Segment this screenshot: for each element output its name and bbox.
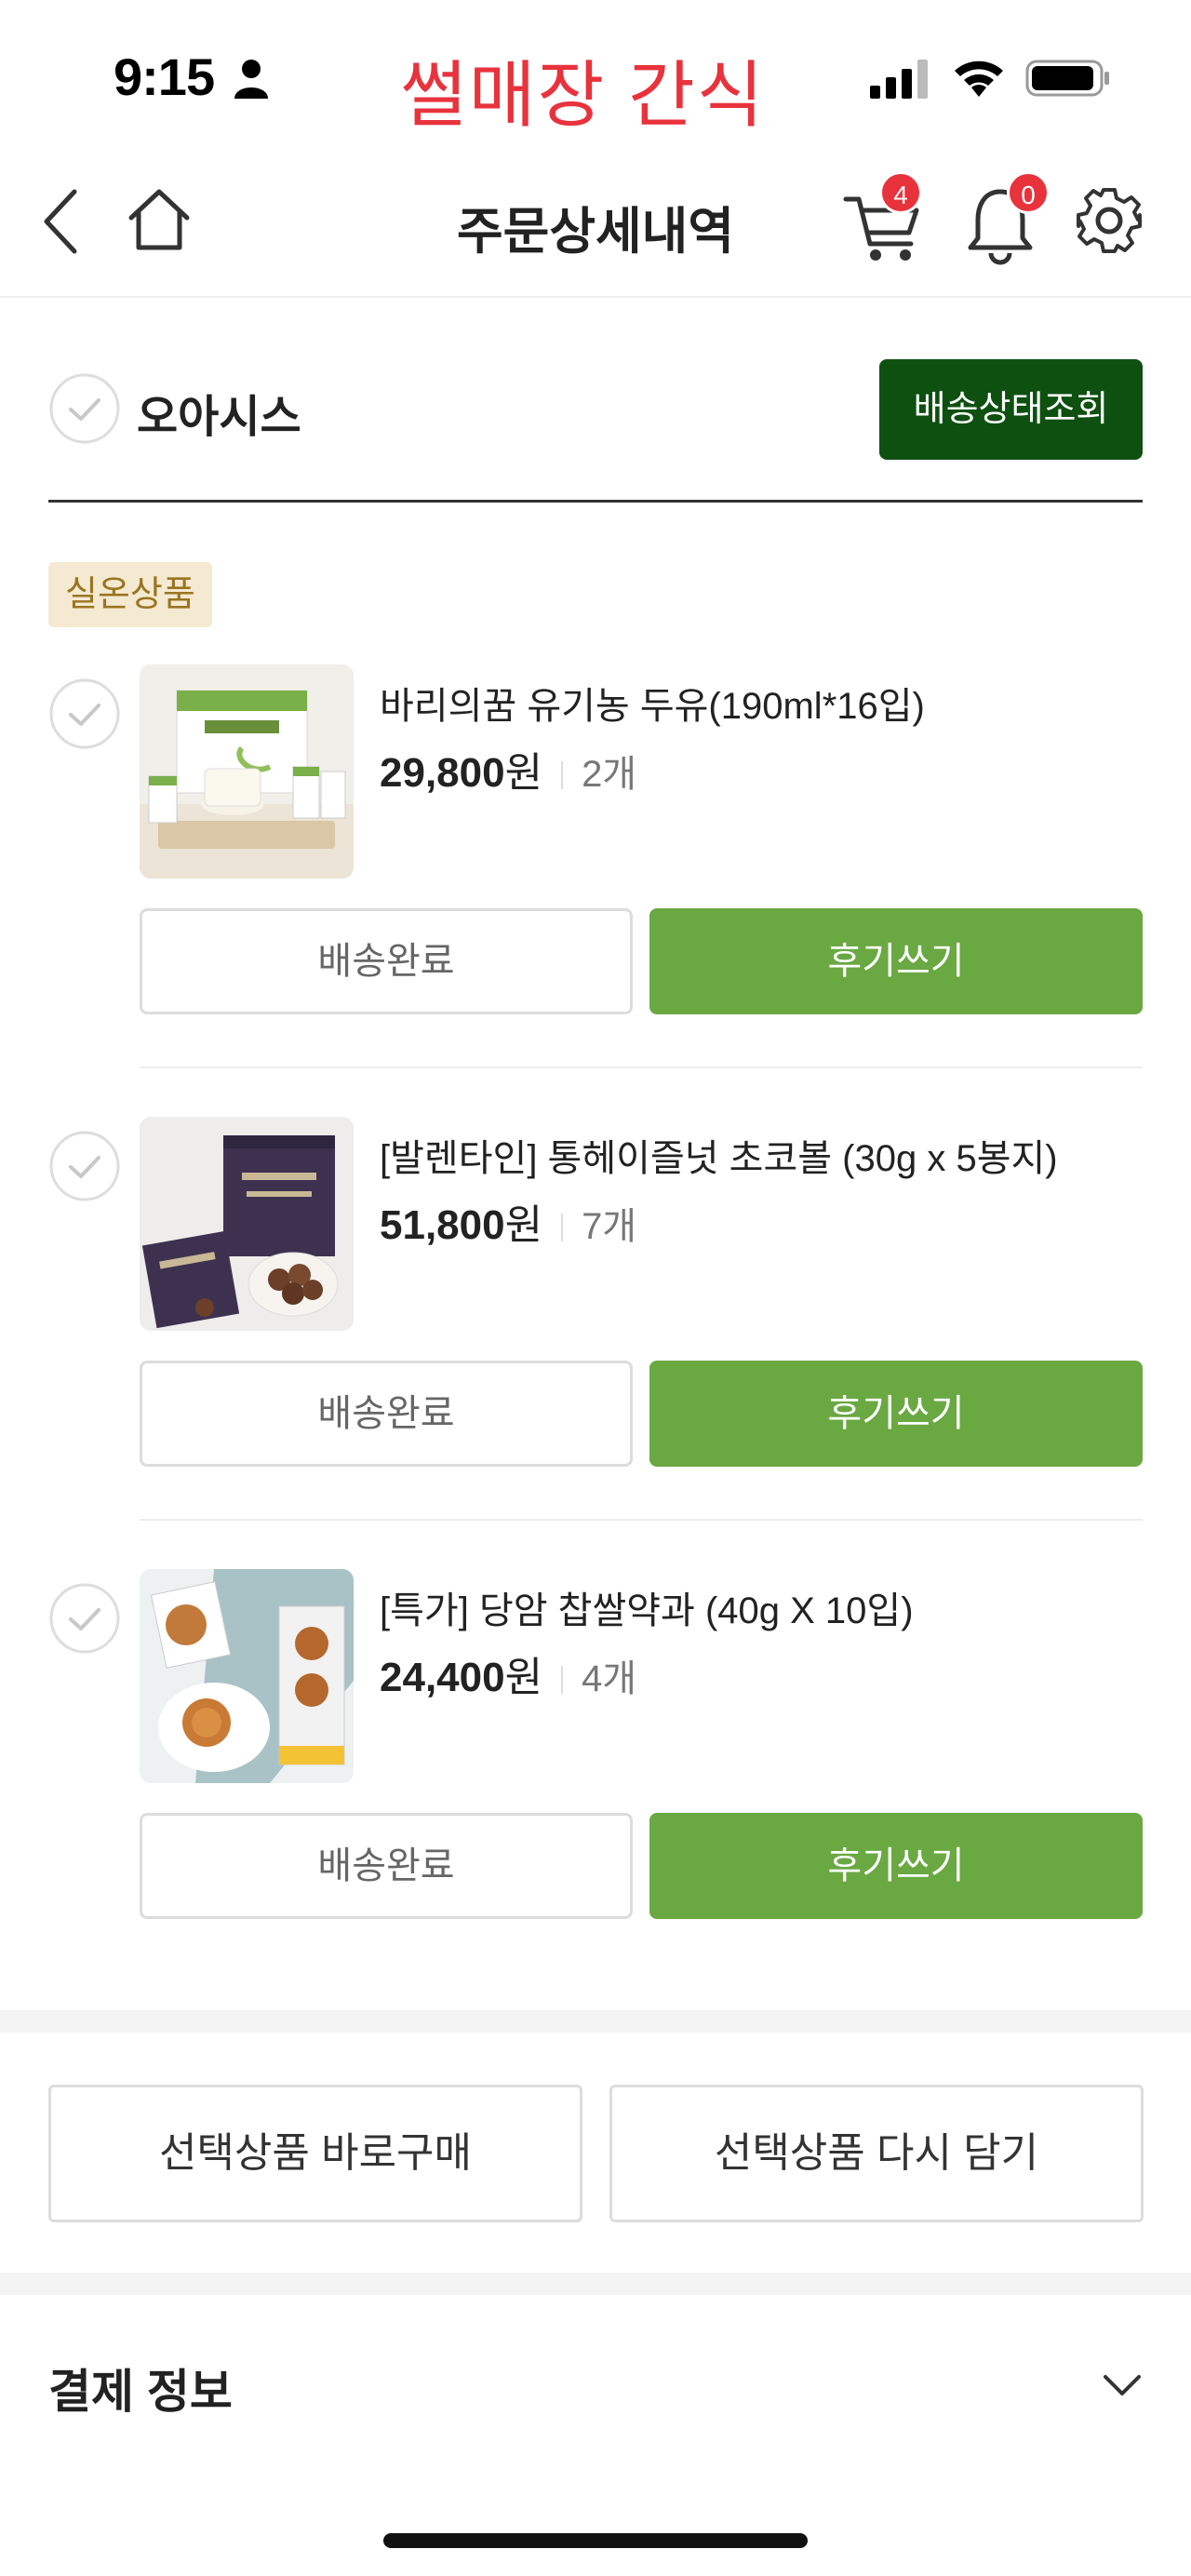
soy-milk-product-image[interactable]	[140, 664, 354, 879]
product-price: 51,800	[380, 1202, 505, 1248]
section-divider	[0, 2273, 1191, 2295]
product-price-row: 29,800원 2개	[380, 739, 636, 798]
status-time: 9:15	[114, 47, 215, 106]
price-currency: 원	[504, 750, 543, 796]
battery-icon	[1025, 60, 1109, 97]
product-divider	[140, 1067, 1143, 1068]
product-item: 바리의꿈 유기농 두유(190ml*16입) 29,800원 2개 배송완료 후기…	[48, 664, 1143, 1116]
person-icon	[234, 60, 268, 99]
gear-icon[interactable]	[1075, 186, 1144, 255]
overlay-caption: 썰매장 간식	[400, 54, 766, 136]
cart-count-badge: 4	[879, 171, 922, 214]
store-header: 오아시스 배송상태조회	[48, 354, 1143, 503]
cellular-signal-icon	[870, 60, 928, 99]
delivered-status-button[interactable]: 배송완료	[140, 1361, 633, 1467]
track-delivery-button[interactable]: 배송상태조회	[879, 359, 1143, 460]
chevron-down-icon[interactable]	[1102, 2371, 1143, 2399]
product-name[interactable]: [발렌타인] 통헤이즐넛 초코볼 (30g x 5봉지)	[380, 1128, 1058, 1182]
product-quantity: 7개	[582, 1206, 637, 1247]
buy-selected-button[interactable]: 선택상품 바로구매	[48, 2085, 582, 2222]
product-price: 24,400	[380, 1655, 505, 1700]
write-review-button[interactable]: 후기쓰기	[649, 908, 1143, 1014]
payment-info-title[interactable]: 결제 정보	[48, 2355, 233, 2422]
chocolate-ball-product-image[interactable]	[140, 1117, 354, 1331]
product-price-row: 51,800원 7개	[380, 1191, 636, 1251]
delivered-status-button[interactable]: 배송완료	[140, 908, 633, 1014]
wifi-icon	[955, 60, 1003, 97]
product-select-checkbox[interactable]	[48, 1130, 121, 1202]
section-divider	[0, 2010, 1191, 2033]
write-review-button[interactable]: 후기쓰기	[649, 1361, 1143, 1467]
product-item: [발렌타인] 통헤이즐넛 초코볼 (30g x 5봉지) 51,800원 7개 배…	[48, 1117, 1143, 1568]
price-divider	[561, 1214, 564, 1242]
product-price-row: 24,400원 4개	[380, 1644, 636, 1703]
product-quantity: 2개	[582, 754, 637, 795]
re-add-selected-to-cart-button[interactable]: 선택상품 다시 담기	[609, 2085, 1144, 2222]
store-select-checkbox[interactable]	[48, 372, 121, 445]
price-divider	[561, 1666, 564, 1695]
product-item: [특가] 당암 찹쌀약과 (40g X 10입) 24,400원 4개 배송완료 …	[48, 1569, 1143, 2020]
yakgwa-product-image[interactable]	[140, 1569, 354, 1783]
store-name: 오아시스	[137, 393, 301, 442]
status-bar: 9:15 썰매장 간식	[0, 0, 1191, 149]
product-name[interactable]: [특가] 당암 찹쌀약과 (40g X 10입)	[380, 1580, 914, 1634]
home-indicator	[383, 2533, 808, 2548]
price-divider	[561, 761, 564, 790]
nav-bar: 주문상세내역 4 0	[0, 149, 1191, 298]
price-currency: 원	[504, 1202, 543, 1248]
delivered-status-button[interactable]: 배송완료	[140, 1813, 633, 1919]
price-currency: 원	[504, 1655, 543, 1700]
product-name[interactable]: 바리의꿈 유기농 두유(190ml*16입)	[380, 676, 925, 730]
write-review-button[interactable]: 후기쓰기	[649, 1813, 1143, 1919]
product-quantity: 4개	[582, 1658, 637, 1699]
product-price: 29,800	[380, 750, 505, 796]
product-divider	[140, 1519, 1143, 1521]
notification-count-badge: 0	[1007, 171, 1050, 214]
product-select-checkbox[interactable]	[48, 1582, 121, 1655]
room-temp-badge: 실온상품	[48, 562, 212, 627]
product-select-checkbox[interactable]	[48, 678, 121, 750]
